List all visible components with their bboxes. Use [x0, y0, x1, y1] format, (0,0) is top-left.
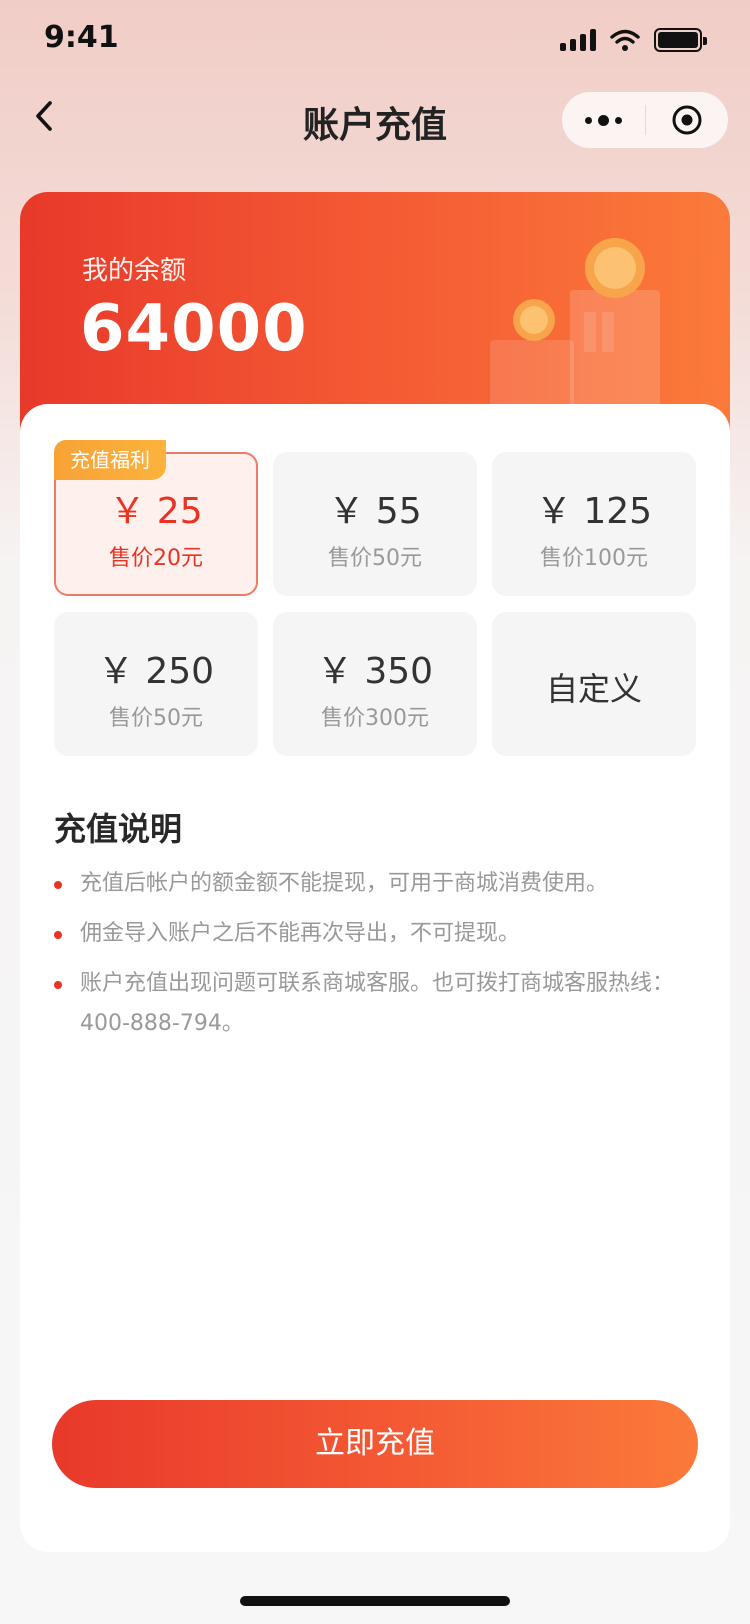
recharge-panel: 充值福利 ￥ 25 售价20元 ￥ 55 售价50元 ￥ 125 售价100元 …: [20, 404, 730, 1552]
status-icons: [560, 28, 707, 52]
more-dots-icon: [584, 114, 622, 126]
option-price: 售价300元: [321, 706, 429, 731]
note-item: 账户充值出现问题可联系商城客服。也可拨打商城客服热线：400-888-794。: [54, 964, 674, 1044]
target-icon: [672, 105, 702, 135]
option-amount: ￥ 55: [328, 491, 422, 532]
custom-amount-label: 自定义: [545, 670, 642, 708]
recharge-button[interactable]: 立即充值: [52, 1400, 698, 1488]
more-button[interactable]: [562, 92, 645, 148]
promo-badge: 充值福利: [54, 440, 166, 480]
note-item: 佣金导入账户之后不能再次导出，不可提现。: [54, 914, 674, 954]
bullet-dot-icon: [54, 981, 62, 989]
home-indicator: [240, 1596, 510, 1606]
option-amount: ￥ 250: [97, 651, 215, 692]
custom-amount-option[interactable]: 自定义: [492, 612, 696, 756]
status-bar: 9:41: [0, 0, 750, 80]
option-price: 售价100元: [540, 546, 648, 571]
bullet-dot-icon: [54, 881, 62, 889]
status-time: 9:41: [44, 20, 119, 55]
wifi-icon: [610, 29, 640, 51]
recharge-option[interactable]: ￥ 250 售价50元: [54, 612, 258, 756]
coin-stack-illustration: [490, 238, 660, 432]
option-amount: ￥ 350: [316, 651, 434, 692]
recharge-option[interactable]: ￥ 350 售价300元: [273, 612, 477, 756]
balance-value: 64000: [80, 292, 308, 366]
note-text: 佣金导入账户之后不能再次导出，不可提现。: [80, 921, 521, 946]
cellular-signal-icon: [560, 29, 596, 51]
notes-title: 充值说明: [54, 810, 183, 848]
balance-label: 我的余额: [82, 256, 187, 286]
option-amount: ￥ 125: [535, 491, 653, 532]
recharge-option[interactable]: 充值福利 ￥ 25 售价20元: [54, 440, 258, 596]
note-item: 充值后帐户的额金额不能提现，可用于商城消费使用。: [54, 864, 674, 904]
option-price: 售价50元: [109, 706, 203, 731]
option-price: 售价50元: [328, 546, 422, 571]
miniprogram-capsule: [562, 92, 728, 148]
option-amount: ￥ 25: [109, 491, 203, 532]
recharge-option[interactable]: ￥ 55 售价50元: [273, 452, 477, 596]
note-text: 账户充值出现问题可联系商城客服。也可拨打商城客服热线：400-888-794。: [80, 971, 675, 1036]
battery-icon: [654, 28, 707, 52]
bullet-dot-icon: [54, 931, 62, 939]
option-price: 售价20元: [109, 546, 203, 571]
balance-card: 我的余额 64000: [20, 192, 730, 432]
close-miniprogram-button[interactable]: [646, 92, 729, 148]
recharge-option[interactable]: ￥ 125 售价100元: [492, 452, 696, 596]
note-text: 充值后帐户的额金额不能提现，可用于商城消费使用。: [80, 871, 609, 896]
